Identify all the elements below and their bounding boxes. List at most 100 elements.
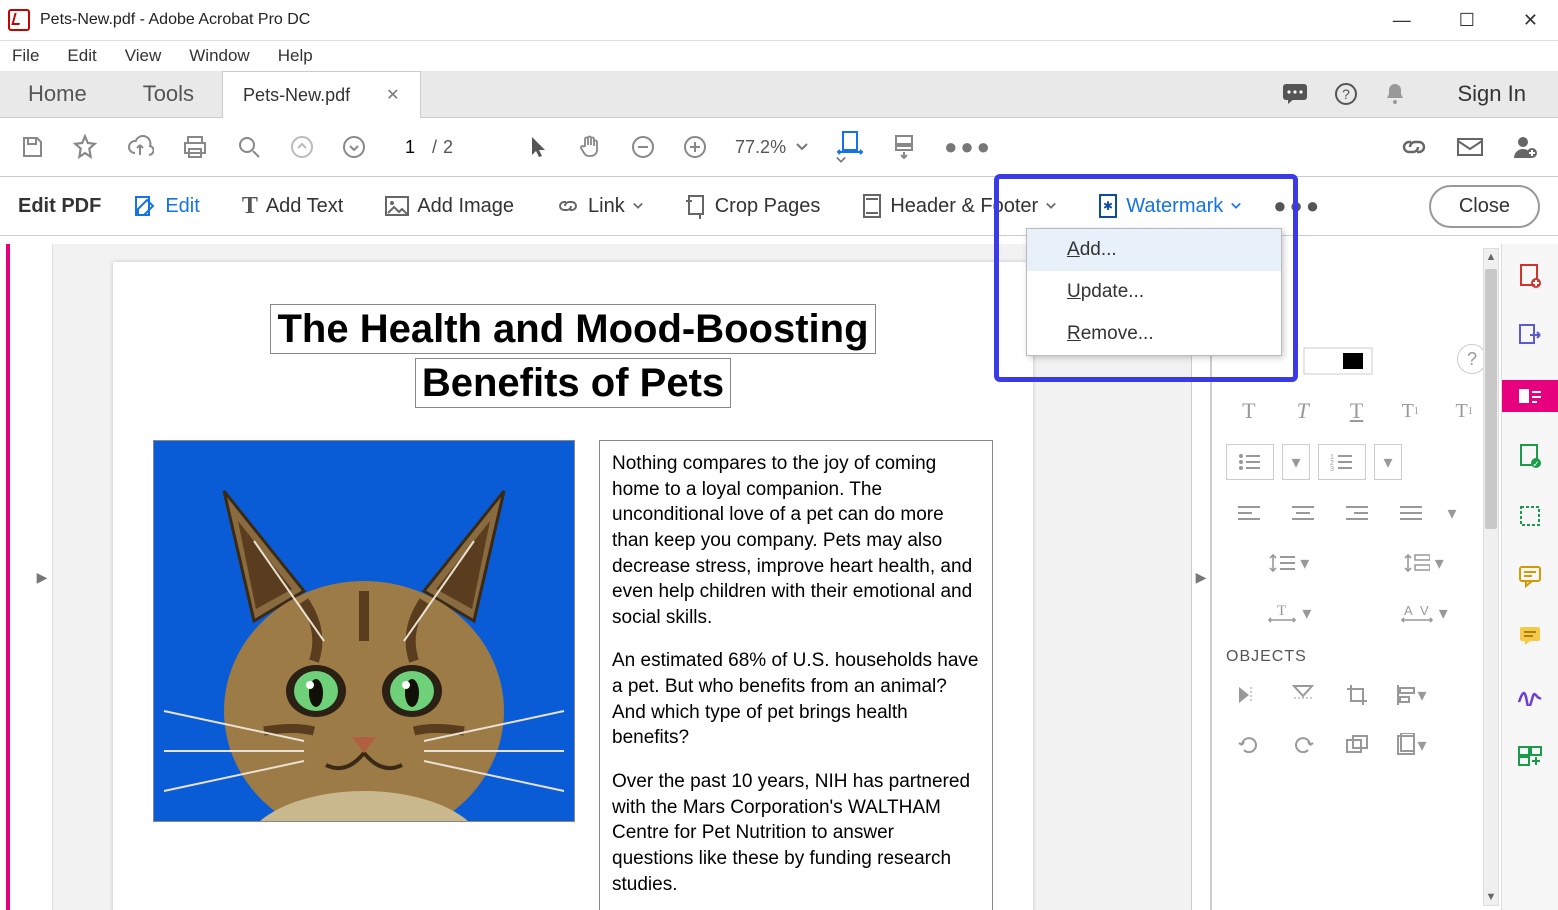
doc-title-line1[interactable]: The Health and Mood-Boosting — [270, 304, 875, 354]
page-indicator: / 2 — [394, 136, 453, 159]
bullet-list-dropdown[interactable]: ▾ — [1282, 444, 1310, 480]
left-pane-toggle[interactable]: ▶ — [32, 244, 53, 910]
crop-pages-tool[interactable]: Crop Pages — [675, 187, 831, 225]
page-up-icon[interactable] — [290, 135, 314, 159]
align-left-icon[interactable] — [1226, 496, 1272, 530]
rail-edit-pdf-icon[interactable] — [1502, 380, 1558, 412]
bullet-list-icon[interactable] — [1226, 444, 1274, 480]
rail-sticky-note-icon[interactable] — [1509, 620, 1551, 652]
flip-vertical-icon[interactable] — [1280, 678, 1326, 712]
text-underline-icon[interactable]: T — [1334, 394, 1380, 428]
align-more-dropdown[interactable]: ▾ — [1442, 496, 1462, 530]
page-current-input[interactable] — [394, 136, 426, 159]
close-edit-button[interactable]: Close — [1429, 185, 1540, 228]
rail-sign-icon[interactable] — [1509, 680, 1551, 712]
close-window-button[interactable]: ✕ — [1523, 10, 1538, 31]
text-italic-icon[interactable]: T — [1280, 394, 1326, 428]
text-regular-icon[interactable]: T — [1226, 394, 1272, 428]
replace-image-icon[interactable]: ▾ — [1388, 728, 1434, 762]
watermark-add-item[interactable]: Add... — [1027, 229, 1281, 271]
rail-create-pdf-icon[interactable] — [1509, 260, 1551, 292]
flip-horizontal-icon[interactable] — [1226, 678, 1272, 712]
link-tool[interactable]: Link — [546, 189, 653, 224]
rail-export-pdf-icon[interactable] — [1509, 320, 1551, 352]
text-subscript-icon[interactable]: T1 — [1441, 394, 1487, 428]
page-down-icon[interactable] — [342, 135, 366, 159]
zoom-in-icon[interactable] — [683, 135, 707, 159]
objects-heading: OBJECTS — [1226, 648, 1487, 666]
rotate-cw-icon[interactable] — [1280, 728, 1326, 762]
line-spacing-icon[interactable]: ▾ — [1226, 546, 1353, 580]
scroll-up-arrow[interactable]: ▲ — [1484, 251, 1498, 263]
watermark-remove-item[interactable]: Remove... — [1027, 313, 1281, 355]
scroll-thumb[interactable] — [1485, 269, 1497, 529]
scroll-mode-icon[interactable] — [892, 134, 916, 160]
add-image-tool[interactable]: Add Image — [375, 189, 524, 224]
doc-image-cat[interactable] — [153, 440, 575, 822]
paragraph-spacing-icon[interactable]: ▾ — [1361, 546, 1488, 580]
doc-title-line2[interactable]: Benefits of Pets — [415, 358, 731, 408]
rail-combine-icon[interactable]: ✓ — [1509, 440, 1551, 472]
horizontal-scale-icon[interactable]: T ▾ — [1226, 596, 1353, 630]
tools-rail: ✓ — [1501, 244, 1558, 910]
star-icon[interactable] — [72, 134, 98, 160]
add-person-icon[interactable] — [1512, 134, 1538, 160]
menu-view[interactable]: View — [125, 46, 162, 66]
more-tools-icon[interactable]: ●●● — [944, 134, 993, 160]
header-footer-icon — [862, 193, 882, 219]
bell-icon[interactable] — [1384, 82, 1406, 106]
align-center-icon[interactable] — [1280, 496, 1326, 530]
crop-icon — [685, 193, 707, 219]
email-icon[interactable] — [1456, 137, 1484, 157]
help-icon[interactable]: ? — [1334, 82, 1358, 106]
tab-tools[interactable]: Tools — [115, 71, 222, 117]
link-icon — [556, 196, 580, 216]
rail-comment-icon[interactable] — [1509, 560, 1551, 592]
menu-edit[interactable]: Edit — [67, 46, 96, 66]
menu-help[interactable]: Help — [278, 46, 313, 66]
rail-more-tools-icon[interactable] — [1509, 740, 1551, 772]
search-icon[interactable] — [236, 134, 262, 160]
tab-home[interactable]: Home — [0, 71, 115, 117]
tab-document[interactable]: Pets-New.pdf ✕ — [222, 71, 420, 118]
zoom-out-icon[interactable] — [631, 135, 655, 159]
arrange-icon[interactable] — [1334, 728, 1380, 762]
document-area[interactable]: The Health and Mood-Boosting Benefits of… — [53, 244, 1191, 910]
align-objects-icon[interactable]: ▾ — [1388, 678, 1434, 712]
sign-in-button[interactable]: Sign In — [1426, 71, 1558, 117]
number-list-icon[interactable]: 123 — [1318, 444, 1366, 480]
more-edit-tools-icon[interactable]: ●●● — [1273, 193, 1322, 219]
tab-close-icon[interactable]: ✕ — [386, 85, 399, 105]
share-link-icon[interactable] — [1400, 136, 1428, 158]
zoom-dropdown[interactable]: 77.2% — [735, 137, 808, 158]
rotate-ccw-icon[interactable] — [1226, 728, 1272, 762]
doc-text-block[interactable]: Nothing compares to the joy of coming ho… — [599, 440, 993, 910]
scroll-down-arrow[interactable]: ▼ — [1484, 891, 1498, 903]
align-right-icon[interactable] — [1334, 496, 1380, 530]
pdf-page[interactable]: The Health and Mood-Boosting Benefits of… — [113, 262, 1033, 910]
text-superscript-icon[interactable]: T1 — [1387, 394, 1433, 428]
minimize-button[interactable]: — — [1393, 10, 1411, 31]
crop-image-icon[interactable] — [1334, 678, 1380, 712]
menu-file[interactable]: File — [12, 46, 39, 66]
menu-window[interactable]: Window — [189, 46, 249, 66]
panel-scrollbar[interactable]: ▲ ▼ — [1483, 248, 1499, 906]
character-spacing-icon[interactable]: AV ▾ — [1361, 596, 1488, 630]
number-list-dropdown[interactable]: ▾ — [1374, 444, 1402, 480]
hand-tool-icon[interactable] — [577, 134, 603, 160]
print-icon[interactable] — [182, 135, 208, 159]
maximize-button[interactable]: ☐ — [1459, 10, 1475, 31]
align-justify-icon[interactable] — [1388, 496, 1434, 530]
edit-tool[interactable]: Edit — [123, 188, 209, 224]
fit-width-icon[interactable] — [836, 130, 864, 164]
svg-text:3: 3 — [1330, 466, 1334, 471]
watermark-update-item[interactable]: Update... — [1027, 271, 1281, 313]
cloud-upload-icon[interactable] — [126, 135, 154, 159]
watermark-tool[interactable]: ✱ Watermark — [1088, 187, 1251, 225]
select-tool-icon[interactable] — [529, 135, 549, 159]
add-text-tool[interactable]: T Add Text — [232, 187, 353, 226]
header-footer-tool[interactable]: Header & Footer — [852, 187, 1066, 225]
comments-icon[interactable] — [1282, 83, 1308, 105]
save-icon[interactable] — [20, 135, 44, 159]
rail-organize-icon[interactable] — [1509, 500, 1551, 532]
